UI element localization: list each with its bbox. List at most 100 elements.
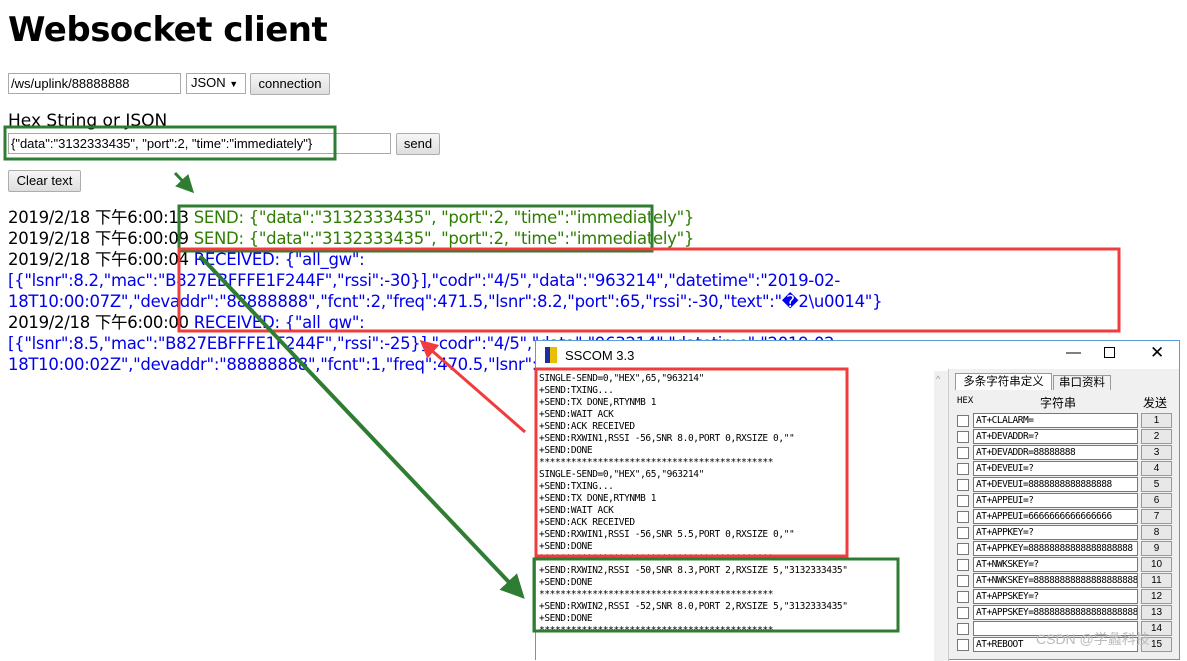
send-string-button[interactable]: 6 xyxy=(1141,493,1172,508)
send-string-button[interactable]: 5 xyxy=(1141,477,1172,492)
log-entry: 2019/2/18 下午6:00:13 SEND: {"data":"31323… xyxy=(8,207,1120,228)
hex-checkbox[interactable] xyxy=(957,527,969,539)
string-input[interactable]: AT+APPSKEY=88888888888888888888 xyxy=(973,605,1138,620)
tab-multi-string[interactable]: 多条字符串定义 xyxy=(955,373,1052,390)
log-timestamp: 2019/2/18 下午6:00:04 xyxy=(8,250,189,269)
string-row: AT+DEVADDR=88888888 3 xyxy=(950,445,1180,461)
hex-checkbox[interactable] xyxy=(957,591,969,603)
close-icon[interactable]: ✕ xyxy=(1150,343,1164,363)
hex-checkbox[interactable] xyxy=(957,495,969,507)
console-line: ****************************************… xyxy=(539,589,774,600)
hex-checkbox[interactable] xyxy=(957,431,969,443)
dropdown-arrow-icon: ▼ xyxy=(229,79,239,89)
hex-checkbox[interactable] xyxy=(957,639,969,651)
console-line: +SEND:RXWIN2,RSSI -52,SNR 8.0,PORT 2,RXS… xyxy=(539,601,848,612)
console-line: +SEND:RXWIN1,RSSI -56,SNR 5.5,PORT 0,RXS… xyxy=(539,529,795,540)
clear-text-button[interactable]: Clear text xyxy=(8,170,81,192)
page-title: Websocket client xyxy=(8,10,328,50)
string-header: 字符串 xyxy=(1040,396,1077,410)
console-scrollbar[interactable]: ^ xyxy=(934,371,948,661)
hex-checkbox[interactable] xyxy=(957,623,969,635)
hex-checkbox[interactable] xyxy=(957,463,969,475)
console-line: SINGLE-SEND=0,"HEX",65,"963214" xyxy=(539,373,704,384)
send-header: 发送 xyxy=(1143,396,1168,410)
console-line: +SEND:DONE xyxy=(539,445,593,456)
hex-checkbox[interactable] xyxy=(957,479,969,491)
string-input[interactable]: AT+APPSKEY=? xyxy=(973,589,1138,604)
hex-checkbox[interactable] xyxy=(957,415,969,427)
scroll-up-icon[interactable]: ^ xyxy=(936,374,940,384)
string-row: AT+DEVADDR=? 2 xyxy=(950,429,1180,445)
format-value: JSON xyxy=(191,75,226,90)
console-output[interactable]: SINGLE-SEND=0,"HEX",65,"963214" +SEND:TXI… xyxy=(536,369,949,661)
string-input[interactable]: AT+DEVEUI=8888888888888888 xyxy=(973,477,1138,492)
string-input[interactable]: AT+DEVADDR=? xyxy=(973,429,1138,444)
send-string-button[interactable]: 9 xyxy=(1141,541,1172,556)
send-string-button[interactable]: 3 xyxy=(1141,445,1172,460)
string-row: AT+APPSKEY=? 12 xyxy=(950,589,1180,605)
log-message: SEND: {"data":"3132333435", "port":2, "t… xyxy=(193,208,695,227)
string-row: AT+APPKEY=? 8 xyxy=(950,525,1180,541)
console-line: +SEND:TXING... xyxy=(539,481,614,492)
hex-checkbox[interactable] xyxy=(957,543,969,555)
string-input[interactable]: AT+APPEUI=6666666666666666 xyxy=(973,509,1138,524)
string-row: AT+APPEUI=6666666666666666 7 xyxy=(950,509,1180,525)
console-line: +SEND:RXWIN2,RSSI -50,SNR 8.3,PORT 2,RXS… xyxy=(539,565,848,576)
url-input[interactable] xyxy=(8,73,181,94)
send-string-button[interactable]: 7 xyxy=(1141,509,1172,524)
console-line: ****************************************… xyxy=(539,553,774,564)
connection-button[interactable]: connection xyxy=(250,73,330,95)
hex-checkbox[interactable] xyxy=(957,511,969,523)
console-line: ****************************************… xyxy=(539,457,774,468)
annotation-arrow-small xyxy=(173,171,195,194)
string-input[interactable]: AT+APPKEY=? xyxy=(973,525,1138,540)
log-timestamp: 2019/2/18 下午6:00:09 xyxy=(8,229,189,248)
tab-serial-info[interactable]: 串口资料 xyxy=(1053,375,1111,390)
console-line: +SEND:ACK RECEIVED xyxy=(539,421,635,432)
app-icon xyxy=(545,347,557,363)
send-string-button[interactable]: 8 xyxy=(1141,525,1172,540)
format-select[interactable]: JSON ▼ xyxy=(186,73,246,94)
console-line: SINGLE-SEND=0,"HEX",65,"963214" xyxy=(539,469,704,480)
console-line: +SEND:DONE xyxy=(539,541,593,552)
send-string-button[interactable]: 10 xyxy=(1141,557,1172,572)
send-string-button[interactable]: 11 xyxy=(1141,573,1172,588)
hex-checkbox[interactable] xyxy=(957,607,969,619)
send-string-button[interactable]: 2 xyxy=(1141,429,1172,444)
string-row: AT+DEVEUI=? 4 xyxy=(950,461,1180,477)
string-input[interactable]: AT+DEVADDR=88888888 xyxy=(973,445,1138,460)
send-string-button[interactable]: 12 xyxy=(1141,589,1172,604)
log-timestamp: 2019/2/18 下午6:00:13 xyxy=(8,208,189,227)
console-line: +SEND:TX DONE,RTYNMB 1 xyxy=(539,493,657,504)
string-row: AT+APPKEY=88888888888888888888 9 xyxy=(950,541,1180,557)
hex-checkbox[interactable] xyxy=(957,559,969,571)
hex-checkbox[interactable] xyxy=(957,447,969,459)
string-input[interactable]: AT+DEVEUI=? xyxy=(973,461,1138,476)
send-string-button[interactable]: 1 xyxy=(1141,413,1172,428)
message-input[interactable] xyxy=(8,133,391,154)
maximize-icon[interactable] xyxy=(1104,347,1115,358)
console-line: +SEND:TX DONE,RTYNMB 1 xyxy=(539,397,657,408)
hex-checkbox[interactable] xyxy=(957,575,969,587)
string-input[interactable]: AT+CLALARM= xyxy=(973,413,1138,428)
send-button[interactable]: send xyxy=(396,133,440,155)
string-row: AT+APPEUI=? 6 xyxy=(950,493,1180,509)
log-entry: 2019/2/18 下午6:00:09 SEND: {"data":"31323… xyxy=(8,228,1120,249)
string-row: AT+CLALARM= 1 xyxy=(950,413,1180,429)
console-line: +SEND:RXWIN1,RSSI -56,SNR 8.0,PORT 0,RXS… xyxy=(539,433,795,444)
sscom-window: SSCOM 3.3 — ✕ SINGLE-SEND=0,"HEX",65,"96… xyxy=(535,340,1180,661)
console-line: +SEND:ACK RECEIVED xyxy=(539,517,635,528)
console-line: +SEND:WAIT ACK xyxy=(539,505,614,516)
multi-string-panel: 多条字符串定义 串口资料 HEX 字符串 发送 AT+CLALARM= 1 AT+D… xyxy=(950,369,1180,661)
send-string-button[interactable]: 13 xyxy=(1141,605,1172,620)
log-message: SEND: {"data":"3132333435", "port":2, "t… xyxy=(193,229,695,248)
send-string-button[interactable]: 4 xyxy=(1141,461,1172,476)
string-input[interactable]: AT+APPKEY=88888888888888888888 xyxy=(973,541,1138,556)
string-input[interactable]: AT+NWKSKEY=88888888888888888888 xyxy=(973,573,1138,588)
window-title: SSCOM 3.3 xyxy=(565,348,635,363)
title-bar: SSCOM 3.3 — ✕ xyxy=(536,341,1179,369)
minimize-icon[interactable]: — xyxy=(1066,344,1081,361)
string-input[interactable]: AT+APPEUI=? xyxy=(973,493,1138,508)
string-input[interactable]: AT+NWKSKEY=? xyxy=(973,557,1138,572)
log-entry: 2019/2/18 下午6:00:04 RECEIVED: {"all_gw":… xyxy=(8,249,1120,312)
